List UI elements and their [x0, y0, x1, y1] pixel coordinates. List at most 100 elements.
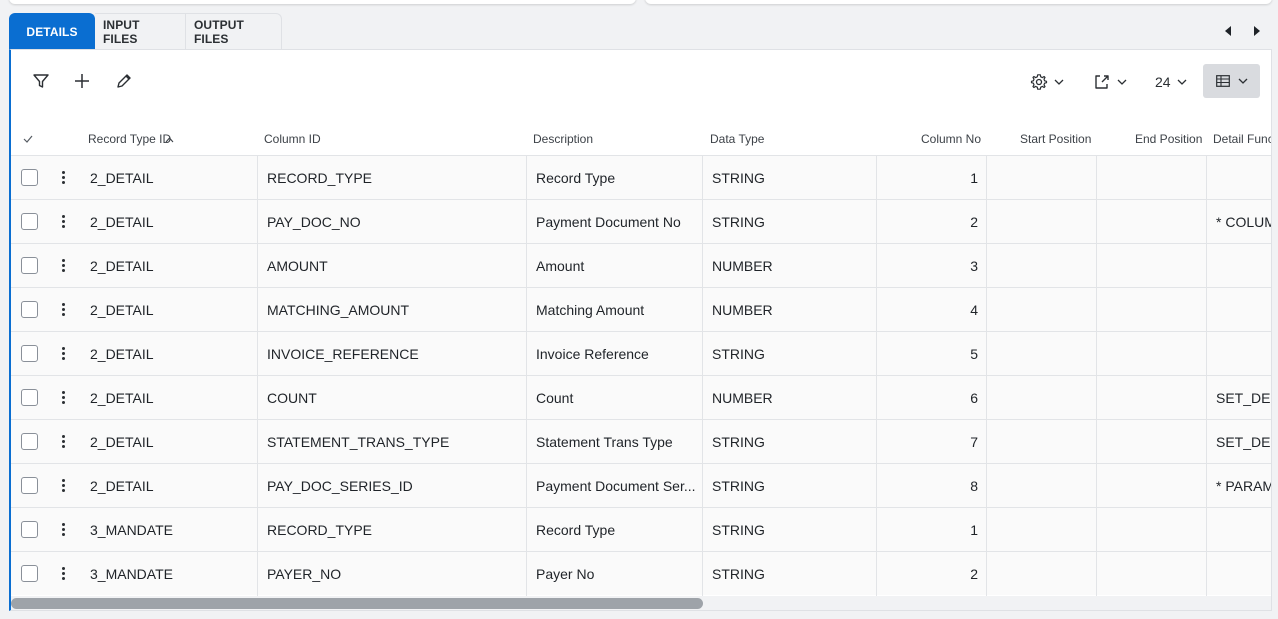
row-menu-icon[interactable]	[61, 169, 67, 187]
column-divider	[257, 244, 258, 288]
cell-record-type: 2_DETAIL	[90, 302, 154, 318]
row-menu-icon[interactable]	[61, 257, 67, 275]
cell-record-type: 2_DETAIL	[90, 478, 154, 494]
table-body: 2_DETAIL RECORD_TYPE Record Type STRING 1 2_D…	[11, 155, 1272, 596]
cell-column-no: 2	[970, 214, 978, 230]
row-checkbox[interactable]	[21, 565, 38, 582]
cell-detail-func: * PARAM	[1216, 478, 1272, 494]
col-start-position[interactable]: Start Position	[1020, 132, 1091, 146]
cell-description: Record Type	[536, 522, 616, 538]
row-checkbox[interactable]	[21, 213, 38, 230]
cell-column-no: 5	[970, 346, 978, 362]
table-view-button[interactable]	[1203, 64, 1260, 98]
tab-output-files[interactable]: OUTPUT FILES	[186, 13, 282, 49]
cell-record-type: 2_DETAIL	[90, 434, 154, 450]
row-checkbox[interactable]	[21, 389, 38, 406]
col-description[interactable]: Description	[533, 132, 593, 146]
cell-column-no: 6	[970, 390, 978, 406]
column-divider	[257, 156, 258, 200]
column-divider	[876, 464, 877, 508]
table-row[interactable]: 2_DETAIL PAY_DOC_SERIES_ID Payment Documen…	[11, 463, 1272, 508]
cell-data-type: STRING	[712, 434, 765, 450]
cell-column-id: COUNT	[267, 390, 317, 406]
scrollbar-thumb[interactable]	[11, 598, 703, 609]
column-divider	[702, 200, 703, 244]
column-divider	[876, 156, 877, 200]
column-divider	[526, 200, 527, 244]
add-icon[interactable]	[71, 70, 93, 92]
row-menu-icon[interactable]	[61, 433, 67, 451]
cell-description: Statement Trans Type	[536, 434, 673, 450]
column-divider	[876, 288, 877, 332]
sort-ascending-icon[interactable]	[165, 132, 174, 146]
cell-record-type: 2_DETAIL	[90, 346, 154, 362]
cell-description: Record Type	[536, 170, 616, 186]
horizontal-scrollbar[interactable]	[11, 596, 1271, 610]
col-data-type[interactable]: Data Type	[710, 132, 764, 146]
column-divider	[702, 244, 703, 288]
row-menu-icon[interactable]	[61, 477, 67, 495]
cell-column-no: 1	[970, 170, 978, 186]
cell-description: Payer No	[536, 566, 595, 582]
details-panel: 24 Record Type ID Column ID Description …	[9, 49, 1272, 611]
select-all-check-icon[interactable]	[23, 132, 33, 146]
table-row[interactable]: 2_DETAIL INVOICE_REFERENCE Invoice Referen…	[11, 331, 1271, 376]
cell-detail-func: SET_DEFA	[1216, 434, 1271, 450]
col-detail-func[interactable]: Detail Func	[1213, 132, 1271, 146]
row-checkbox[interactable]	[21, 169, 38, 186]
cell-description: Count	[536, 390, 574, 406]
table-icon	[1215, 75, 1230, 87]
table-row[interactable]: 3_MANDATE RECORD_TYPE Record Type STRING 1	[11, 507, 1271, 552]
row-checkbox[interactable]	[21, 521, 38, 538]
row-menu-icon[interactable]	[61, 301, 67, 319]
cell-column-no: 7	[970, 434, 978, 450]
cell-column-id: INVOICE_REFERENCE	[267, 346, 419, 362]
cell-detail-func: SET_DEFA	[1216, 390, 1271, 406]
row-menu-icon[interactable]	[61, 565, 67, 583]
cell-column-id: PAY_DOC_NO	[267, 214, 361, 230]
cell-data-type: STRING	[712, 214, 765, 230]
settings-menu-button[interactable]	[1030, 66, 1064, 98]
cell-record-type: 3_MANDATE	[90, 522, 173, 538]
tab-scroll-left-icon[interactable]	[1219, 22, 1237, 40]
edit-icon[interactable]	[113, 70, 135, 92]
row-checkbox[interactable]	[21, 433, 38, 450]
column-divider	[257, 376, 258, 420]
column-divider	[257, 464, 258, 508]
page-size-select[interactable]: 24	[1155, 66, 1187, 98]
column-divider	[986, 376, 987, 420]
column-divider	[1206, 200, 1207, 244]
row-checkbox[interactable]	[21, 477, 38, 494]
table-row[interactable]: 3_MANDATE PAYER_NO Payer No STRING 2	[11, 551, 1271, 596]
col-record-type-id[interactable]: Record Type ID	[88, 132, 171, 146]
table-row[interactable]: 2_DETAIL MATCHING_AMOUNT Matching Amount NU…	[11, 287, 1271, 332]
table-row[interactable]: 2_DETAIL AMOUNT Amount NUMBER 3	[11, 243, 1271, 288]
filter-icon[interactable]	[30, 70, 52, 92]
table-row[interactable]: 2_DETAIL RECORD_TYPE Record Type STRING 1	[11, 155, 1271, 200]
cell-record-type: 3_MANDATE	[90, 566, 173, 582]
table-row[interactable]: 2_DETAIL PAY_DOC_NO Payment Document No STR…	[11, 199, 1271, 244]
column-divider	[257, 508, 258, 552]
row-menu-icon[interactable]	[61, 345, 67, 363]
column-divider	[986, 508, 987, 552]
tab-input-files[interactable]: INPUT FILES	[95, 13, 186, 49]
export-menu-button[interactable]	[1093, 66, 1127, 98]
column-divider	[986, 420, 987, 464]
table-row[interactable]: 2_DETAIL STATEMENT_TRANS_TYPE Statement Tr…	[11, 419, 1271, 464]
row-checkbox[interactable]	[21, 301, 38, 318]
table-row[interactable]: 2_DETAIL COUNT Count NUMBER 6 SET_DEFA	[11, 375, 1271, 420]
column-divider	[1206, 552, 1207, 596]
cell-column-no: 3	[970, 258, 978, 274]
column-divider	[257, 332, 258, 376]
row-menu-icon[interactable]	[61, 213, 67, 231]
col-column-no[interactable]: Column No	[921, 132, 981, 146]
column-divider	[986, 332, 987, 376]
col-column-id[interactable]: Column ID	[264, 132, 321, 146]
tab-details[interactable]: DETAILS	[9, 13, 95, 49]
col-end-position[interactable]: End Position	[1135, 132, 1202, 146]
row-menu-icon[interactable]	[61, 521, 67, 539]
row-checkbox[interactable]	[21, 257, 38, 274]
tab-scroll-right-icon[interactable]	[1248, 22, 1266, 40]
row-menu-icon[interactable]	[61, 389, 67, 407]
row-checkbox[interactable]	[21, 345, 38, 362]
